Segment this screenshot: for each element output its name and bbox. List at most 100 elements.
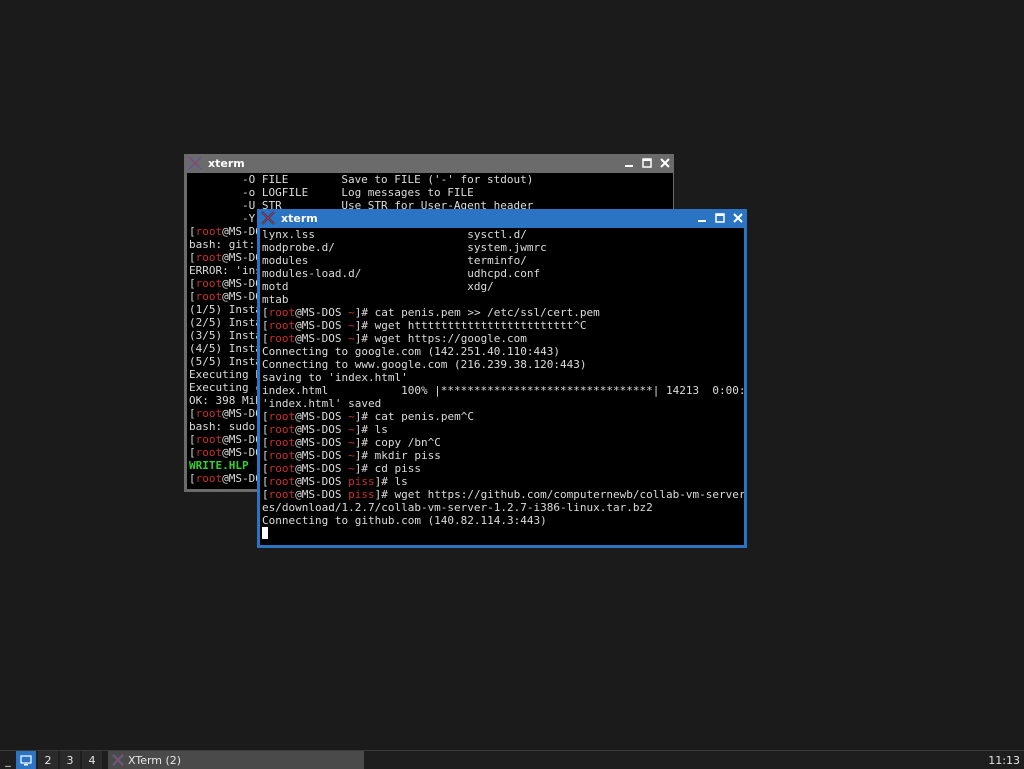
text-segment: Executing b: [189, 368, 262, 381]
text-segment: [: [189, 251, 196, 264]
terminal-line: -O FILE Save to FILE ('-' for stdout): [189, 173, 673, 186]
prompt-segment: root: [195, 251, 223, 264]
terminal-line: modules-load.d/ udhcpd.conf: [262, 267, 744, 280]
text-segment: [: [189, 472, 196, 485]
prompt-segment: root: [268, 423, 296, 436]
prompt-segment: root: [268, 475, 296, 488]
minimize-button[interactable]: [693, 209, 711, 227]
terminal-line: Connecting to www.google.com (216.239.38…: [262, 358, 744, 371]
terminal-line: index.html 100% |***********************…: [262, 384, 744, 397]
text-segment: Connecting to www.google.com (216.239.38…: [262, 358, 587, 371]
terminal-line: [root@MS-DOS ~]# wget httttttttttttttttt…: [262, 319, 744, 332]
workspace-button-4[interactable]: 4: [82, 751, 102, 769]
text-segment: @MS-DOS: [295, 423, 349, 436]
terminal-line: [root@MS-DOS piss]# ls: [262, 475, 744, 488]
minimize-button[interactable]: [620, 154, 638, 172]
text-segment: @MS-DOS: [295, 332, 349, 345]
x-logo-icon: [112, 754, 124, 766]
prompt-segment: root: [268, 436, 296, 449]
terminal-line: [root@MS-DOS ~]# copy /bn^C: [262, 436, 744, 449]
text-segment: (4/5) Insta: [189, 342, 262, 355]
prompt-segment: ~: [348, 410, 355, 423]
title-bar[interactable]: xterm: [184, 154, 674, 172]
terminal-line: es/download/1.2.7/collab-vm-server-1.2.7…: [262, 501, 744, 514]
close-button[interactable]: [656, 154, 674, 172]
text-segment: @MS-DOS: [295, 306, 349, 319]
text-segment: (1/5) Insta: [189, 303, 262, 316]
maximize-icon: [715, 213, 725, 223]
prompt-segment: ~: [348, 449, 355, 462]
terminal-line: motd xdg/: [262, 280, 744, 293]
root-menu-label: _: [5, 753, 11, 767]
workspace-button-2[interactable]: 2: [38, 751, 58, 769]
text-segment: (5/5) Insta: [189, 355, 262, 368]
x-logo-icon: [261, 211, 275, 225]
prompt-segment: root: [268, 306, 296, 319]
text-segment: ]# wget https://google.com: [354, 332, 527, 345]
text-segment: [: [262, 306, 269, 319]
prompt-segment: ~: [348, 462, 355, 475]
prompt-segment: ~: [348, 436, 355, 449]
text-segment: ]# cd piss: [354, 462, 421, 475]
terminal-input-line[interactable]: [262, 527, 744, 540]
close-button[interactable]: [729, 209, 747, 227]
prompt-segment: root: [195, 446, 223, 459]
text-segment: -Y: [189, 212, 262, 225]
workspace-button-3[interactable]: 3: [60, 751, 80, 769]
xterm-window-front[interactable]: xterm lynx.lss sysctl.d/modprobe.d/ syst…: [257, 209, 747, 548]
prompt-segment: root: [195, 407, 223, 420]
clock: 11:13: [988, 753, 1020, 767]
prompt-segment: root: [195, 472, 223, 485]
text-segment: @MS-DOS: [295, 475, 349, 488]
title-bar[interactable]: xterm: [257, 209, 747, 227]
terminal-line: [root@MS-DOS ~]# cat penis.pem >> /etc/s…: [262, 306, 744, 319]
text-segment: [: [189, 407, 196, 420]
text-segment: Connecting to github.com (140.82.114.3:4…: [262, 514, 547, 527]
terminal-line: saving to 'index.html': [262, 371, 744, 384]
text-segment: ERROR: 'ins: [189, 264, 262, 277]
x-logo-icon: [188, 156, 202, 170]
prompt-segment: ~: [348, 319, 355, 332]
text-segment: (2/5) Insta: [189, 316, 262, 329]
text-segment: ]# wget https://github.com/computernewb/…: [374, 488, 744, 501]
text-segment: es/download/1.2.7/collab-vm-server-1.2.7…: [262, 501, 653, 514]
workspace-label: 3: [66, 753, 74, 767]
workspace-button-1[interactable]: 1: [16, 751, 36, 769]
window-title: xterm: [208, 156, 245, 170]
text-segment: [: [262, 475, 269, 488]
taskbar-task-xterm[interactable]: XTerm (2): [108, 751, 364, 769]
text-segment: @MS-DOS: [295, 449, 349, 462]
task-label: XTerm (2): [128, 753, 182, 767]
text-segment: [: [189, 225, 196, 238]
close-icon: [660, 158, 670, 168]
text-segment: motd xdg/: [262, 280, 494, 293]
terminal-line: [root@MS-DOS ~]# ls: [262, 423, 744, 436]
text-cursor: [262, 527, 268, 539]
text-segment: @MS-DOS: [295, 488, 349, 501]
text-segment: bash: sudo:: [189, 420, 262, 433]
prompt-segment: root: [195, 225, 223, 238]
prompt-segment: root: [268, 488, 296, 501]
text-segment: [: [262, 410, 269, 423]
maximize-button[interactable]: [711, 209, 729, 227]
root-menu-button[interactable]: _: [0, 751, 16, 769]
maximize-button[interactable]: [638, 154, 656, 172]
text-segment: @MS-DOS: [295, 410, 349, 423]
prompt-segment: ~: [348, 423, 355, 436]
text-segment: [: [262, 423, 269, 436]
minimize-icon: [625, 165, 633, 167]
text-segment: modules-load.d/ udhcpd.conf: [262, 267, 541, 280]
text-segment: ]# ls: [354, 423, 388, 436]
minimize-icon: [698, 220, 706, 222]
terminal-line: [root@MS-DOS ~]# cd piss: [262, 462, 744, 475]
terminal-line: [root@MS-DOS ~]# mkdir piss: [262, 449, 744, 462]
prompt-segment: root: [268, 449, 296, 462]
terminal-output[interactable]: lynx.lss sysctl.d/modprobe.d/ system.jwm…: [260, 228, 744, 545]
text-segment: WRITE.HLP: [189, 459, 249, 472]
text-segment: [: [262, 319, 269, 332]
text-segment: [: [262, 332, 269, 345]
text-segment: [: [262, 488, 269, 501]
text-segment: @MS-DOS: [295, 462, 349, 475]
terminal-line: [root@MS-DOS ~]# wget https://google.com: [262, 332, 744, 345]
text-segment: ]# copy /bn^C: [354, 436, 441, 449]
